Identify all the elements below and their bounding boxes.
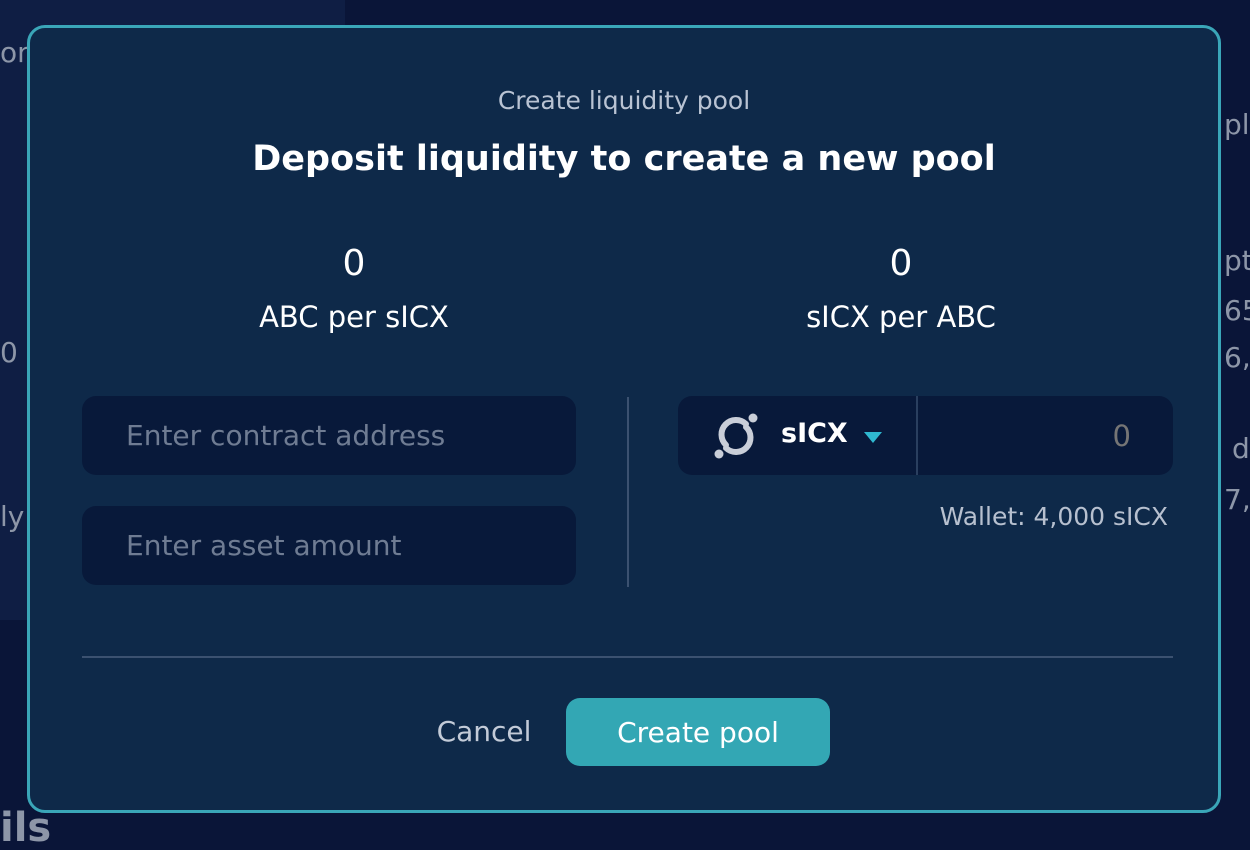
rate-base-per-quote: 0 ABC per sICX bbox=[79, 241, 629, 335]
vertical-divider bbox=[627, 397, 629, 587]
background-fragment: 6, bbox=[1224, 341, 1250, 374]
horizontal-divider bbox=[82, 656, 1173, 658]
token-amount-group: sICX bbox=[678, 396, 1173, 475]
rate-label: ABC per sICX bbox=[259, 300, 449, 334]
modal-eyebrow: Create liquidity pool bbox=[497, 86, 751, 115]
wallet-balance: Wallet: 4,000 sICX bbox=[939, 502, 1168, 531]
token-symbol: sICX bbox=[781, 418, 848, 449]
contract-address-input[interactable] bbox=[82, 396, 576, 475]
cancel-button[interactable]: Cancel bbox=[404, 698, 564, 765]
rate-value: 0 bbox=[889, 243, 913, 284]
background-fragment: pl bbox=[1224, 108, 1250, 141]
background-fragment: d bbox=[1232, 432, 1250, 465]
rate-label: sICX per ABC bbox=[806, 300, 996, 334]
token-select-dropdown[interactable]: sICX bbox=[678, 396, 916, 475]
background-fragment: pto bbox=[1224, 244, 1250, 277]
rate-quote-per-base: 0 sICX per ABC bbox=[626, 241, 1176, 335]
create-pool-modal: Create liquidity pool Deposit liquidity … bbox=[27, 25, 1221, 813]
token-divider bbox=[916, 396, 918, 475]
token-amount-input[interactable] bbox=[920, 396, 1173, 475]
background-fragment: 65 bbox=[1224, 294, 1250, 327]
background-fragment: 0 bbox=[0, 336, 18, 369]
chevron-down-icon bbox=[864, 432, 882, 443]
modal-title: Deposit liquidity to create a new pool bbox=[252, 139, 996, 179]
icon-logo-icon bbox=[714, 413, 758, 459]
background-fragment: 7,5 bbox=[1224, 483, 1250, 516]
asset-amount-input[interactable] bbox=[82, 506, 576, 585]
background-fragment: ly bbox=[0, 500, 25, 533]
rate-value: 0 bbox=[342, 243, 366, 284]
create-pool-button[interactable]: Create pool bbox=[566, 698, 830, 766]
